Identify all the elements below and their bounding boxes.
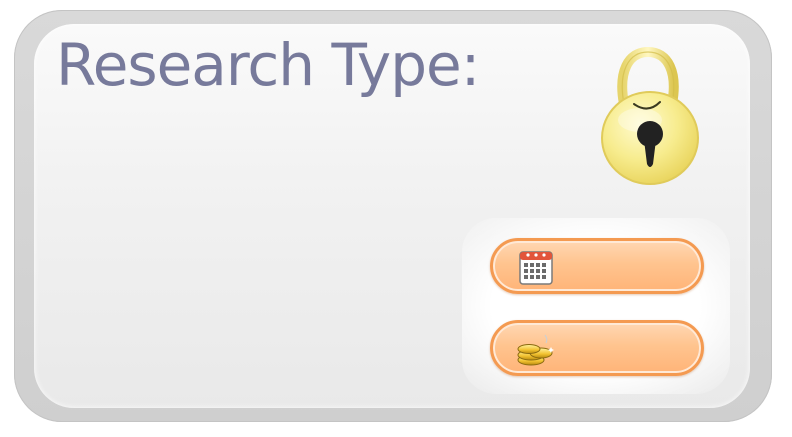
- lock-icon: [601, 46, 699, 185]
- coins-button[interactable]: [490, 320, 704, 376]
- coins-icon: [517, 334, 554, 366]
- calendar-button[interactable]: [490, 238, 704, 294]
- calendar-icon: [519, 251, 553, 285]
- page-title: Research Type:: [56, 31, 480, 99]
